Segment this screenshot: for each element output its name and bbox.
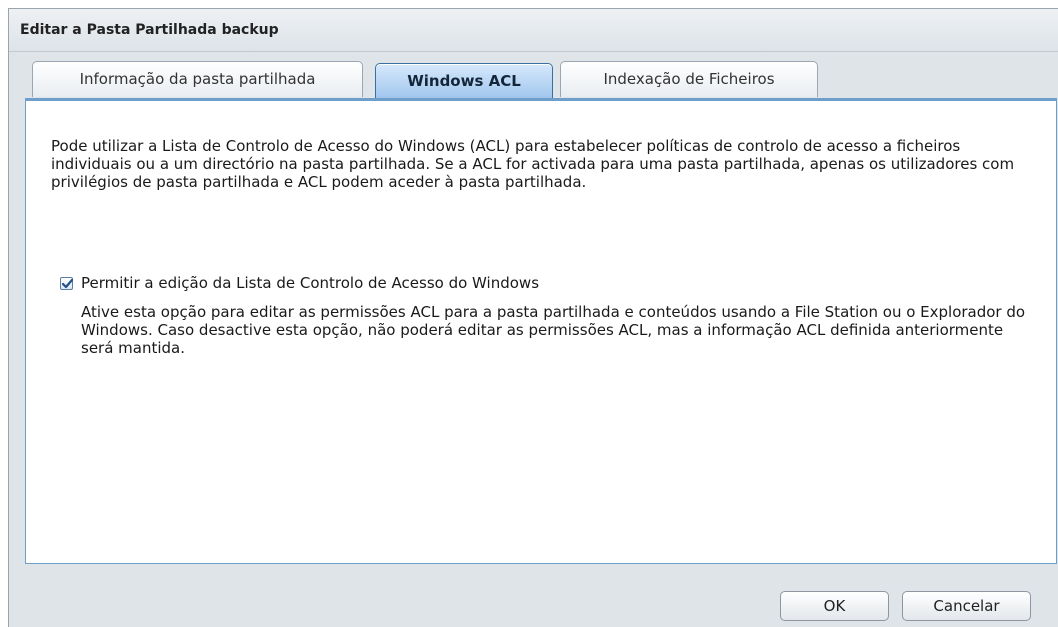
edit-shared-folder-dialog: Editar a Pasta Partilhada backup Informa… xyxy=(8,8,1058,627)
checkmark-icon xyxy=(61,278,74,288)
dialog-titlebar[interactable]: Editar a Pasta Partilhada backup xyxy=(9,9,1058,52)
tab-strip: Informação da pasta partilhada Indexação… xyxy=(25,61,1058,99)
acl-enable-label: Permitir a edição da Lista de Controlo d… xyxy=(81,274,540,292)
tab-file-indexing[interactable]: Indexação de Ficheiros xyxy=(560,61,818,97)
dialog-title: Editar a Pasta Partilhada backup xyxy=(20,22,279,38)
acl-enable-hint: Ative esta opção para editar as permissõ… xyxy=(81,303,1026,357)
acl-description: Pode utilizar a Lista de Controlo de Ace… xyxy=(51,137,1015,191)
tab-windows-acl[interactable]: Windows ACL xyxy=(375,63,553,99)
cancel-button[interactable]: Cancelar xyxy=(902,591,1031,621)
panel-top-border xyxy=(26,99,1056,101)
ok-button[interactable]: OK xyxy=(780,591,889,621)
dialog-footer: OK Cancelar xyxy=(9,573,1058,627)
tab-panel-windows-acl: Pode utilizar a Lista de Controlo de Ace… xyxy=(25,98,1057,564)
tab-shared-folder-info[interactable]: Informação da pasta partilhada xyxy=(32,61,363,97)
acl-enable-checkbox[interactable] xyxy=(60,276,74,290)
acl-enable-option[interactable]: Permitir a edição da Lista de Controlo d… xyxy=(60,274,539,292)
